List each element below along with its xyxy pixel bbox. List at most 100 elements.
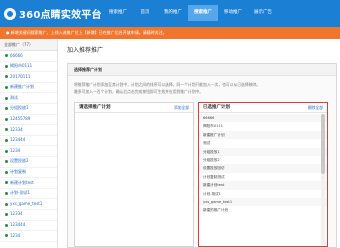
available-plans-title: 请选择推广计划: [79, 105, 111, 110]
intro-text: 将推荐推广计划添加至其计划中，计划之间的排序可以选择。同一个计划只能加入一次，也…: [74, 81, 330, 95]
plan-status-icon: [5, 202, 8, 206]
list-item[interactable]: 分组投放1: [199, 147, 327, 156]
sidebar-item-label: 设置投放2: [10, 158, 29, 164]
list-item[interactable]: 新建计划test: [199, 181, 327, 190]
sidebar-item-label: 66666: [10, 52, 23, 58]
sidebar-item-label: 新建计划test: [10, 179, 34, 185]
plan-status-icon: [5, 96, 8, 100]
nav-item-display-ads[interactable]: 展示广告: [248, 5, 278, 21]
panel-header: 选择推荐广计划: [68, 64, 336, 76]
list-item[interactable]: 分组投放2: [199, 156, 327, 164]
sidebar-item-label: 12334: [10, 211, 23, 217]
remove-all-button[interactable]: 删除全部: [308, 103, 323, 112]
list-item[interactable]: 揭阳市0111: [199, 122, 327, 130]
list-item[interactable]: yxs_game_test1: [199, 197, 327, 207]
sidebar-item[interactable]: 计划-测试1: [0, 189, 57, 200]
available-plans-list: [75, 113, 193, 115]
selected-plans-header: 已选推广计划 删除全部: [199, 103, 327, 113]
plan-status-icon: [5, 117, 8, 121]
sidebar-item-label: 测试: [10, 94, 18, 100]
intro-line: 最多可加入一百个计划，确认后点击完成按钮即可生效并应用到推广计划中。: [74, 89, 204, 94]
sidebar-item[interactable]: 123444: [0, 221, 57, 232]
plan-status-icon: [5, 234, 8, 238]
sidebar-item-label: 123444: [10, 222, 26, 227]
sidebar-item-label: 12334: [10, 126, 23, 132]
available-plans-box: 请选择推广计划 添加全部: [74, 102, 194, 247]
logo-icon: [4, 7, 16, 20]
logo[interactable]: 360点睛实效平台: [4, 7, 102, 21]
plan-status-icon: [5, 86, 8, 90]
sidebar-list: 66666 揭阳市0111 20170111 新建推广计划 测试分组投放1 1245578…: [0, 51, 57, 242]
sidebar-item[interactable]: 1234: [0, 231, 57, 242]
scrollbar-thumb[interactable]: [321, 114, 325, 174]
sidebar-item[interactable]: 计划复制: [0, 168, 57, 179]
list-item[interactable]: 计划复制测试: [199, 173, 327, 181]
sidebar-item-label: 计划复制: [10, 169, 26, 175]
sidebar-item[interactable]: 12334: [0, 125, 57, 136]
nav-item-search-ads[interactable]: 搜索推广: [104, 5, 132, 21]
nav-item-home[interactable]: 首页: [132, 5, 158, 21]
selected-plans-title: 已选推广计划: [203, 105, 230, 110]
sidebar-item[interactable]: 新建计划test: [0, 178, 57, 189]
add-all-button[interactable]: 添加全部: [174, 103, 189, 112]
selected-plans-list: 66666 揭阳市0111 新建推广计划 测试 分组投放1 分组投放2 设置投放回访 计划复制…: [199, 113, 327, 216]
sidebar-item[interactable]: 12455789: [0, 115, 57, 126]
list-item[interactable]: 66666: [199, 114, 327, 123]
list-item[interactable]: 测试: [199, 139, 327, 147]
plan-status-icon: [5, 149, 8, 153]
list-item[interactable]: 计划-测试1: [199, 190, 327, 198]
plan-status-icon: [5, 213, 8, 217]
list-item[interactable]: 新建推广计划: [199, 130, 327, 140]
plan-status-icon: [5, 139, 8, 143]
sidebar-item-label: 揭阳市0111: [10, 63, 33, 69]
plan-status-icon: [5, 75, 8, 79]
sidebar-item[interactable]: 分组投放1: [0, 104, 57, 115]
sidebar-item[interactable]: 66666: [0, 51, 57, 62]
sidebar-item-label: 新建推广计划: [10, 84, 34, 90]
nav-item-my-ads[interactable]: 我的推广: [158, 5, 188, 21]
plan-status-icon: [5, 181, 8, 185]
plan-status-icon: [5, 192, 8, 196]
sidebar-item-label: 分组投放1: [10, 105, 29, 111]
plan-status-icon: [5, 64, 8, 68]
plan-status-icon: [5, 54, 8, 58]
sidebar-item[interactable]: 揭阳市0111: [0, 62, 57, 73]
sidebar: 全部推广（77） 66666 揭阳市0111 20170111 新建推广计划 测试分组投…: [0, 39, 58, 248]
selected-plans-box: 已选推广计划 删除全部 66666 揭阳市0111 新建推广计划 测试 分组投放1 分组投…: [198, 102, 328, 247]
available-plans-header: 请选择推广计划 添加全部: [75, 103, 193, 113]
select-panel: 选择推荐广计划 将推荐推广计划添加至其计划中，计划之间的排序可以选择。同一个计划…: [67, 63, 337, 248]
sidebar-item-label: 123444: [10, 137, 26, 143]
plan-status-icon: [5, 107, 8, 111]
top-nav: 搜索推广 首页 我的推广 搜索推广 移动推广 展示广告: [104, 5, 278, 21]
sidebar-item-label: 20170111: [10, 73, 31, 79]
sidebar-item[interactable]: 设置投放2: [0, 157, 57, 168]
sidebar-item[interactable]: 123444: [0, 136, 57, 147]
sidebar-item-label: 计划-测试1: [10, 190, 30, 196]
sidebar-item[interactable]: 新建推广计划: [0, 83, 57, 94]
sidebar-item-label: 1234: [10, 232, 21, 238]
intro-line: 将推荐推广计划添加至其计划中，计划之间的排序可以选择。同一个计划只能加入一次，也…: [74, 82, 261, 87]
sidebar-item[interactable]: 1234: [0, 146, 57, 157]
plan-status-icon: [5, 160, 8, 164]
sidebar-item-label: 12455789: [10, 116, 31, 122]
top-bar: 360点睛实效平台 搜索推广 首页 我的推广 搜索推广 移动推广 展示广告: [0, 0, 340, 27]
sidebar-item[interactable]: 测试: [0, 93, 57, 104]
main-content: 加入推荐推广 选择推荐广计划 将推荐推广计划添加至其计划中，计划之间的排序可以选…: [59, 39, 340, 248]
list-item[interactable]: 设置投放回访: [199, 164, 327, 173]
sidebar-item[interactable]: 12334: [0, 210, 57, 221]
plan-status-icon: [5, 128, 8, 132]
nav-item-search-promotion[interactable]: 搜索推广: [188, 5, 218, 21]
notice-bar: ● 新增关键词搜索推广，上线入选推广位上【新增】已在推广后台开放申请。请随时关注…: [0, 27, 340, 39]
list-item[interactable]: 新建的推广计划: [199, 206, 327, 214]
sidebar-header[interactable]: 全部推广（77）: [0, 39, 57, 51]
sidebar-item-label: yxs_game_test1: [10, 200, 43, 206]
nav-item-mobile-promotion[interactable]: 移动推广: [218, 5, 248, 21]
scrollbar[interactable]: [321, 114, 325, 245]
plan-status-icon: [5, 223, 8, 227]
page-title: 加入推荐推广: [67, 47, 104, 54]
sidebar-item[interactable]: 20170111: [0, 72, 57, 83]
sidebar-item-label: 1234: [10, 147, 21, 153]
plan-status-icon: [5, 170, 8, 174]
sidebar-item[interactable]: yxs_game_test1: [0, 199, 57, 210]
logo-text: 360点睛实效平台: [19, 10, 102, 21]
